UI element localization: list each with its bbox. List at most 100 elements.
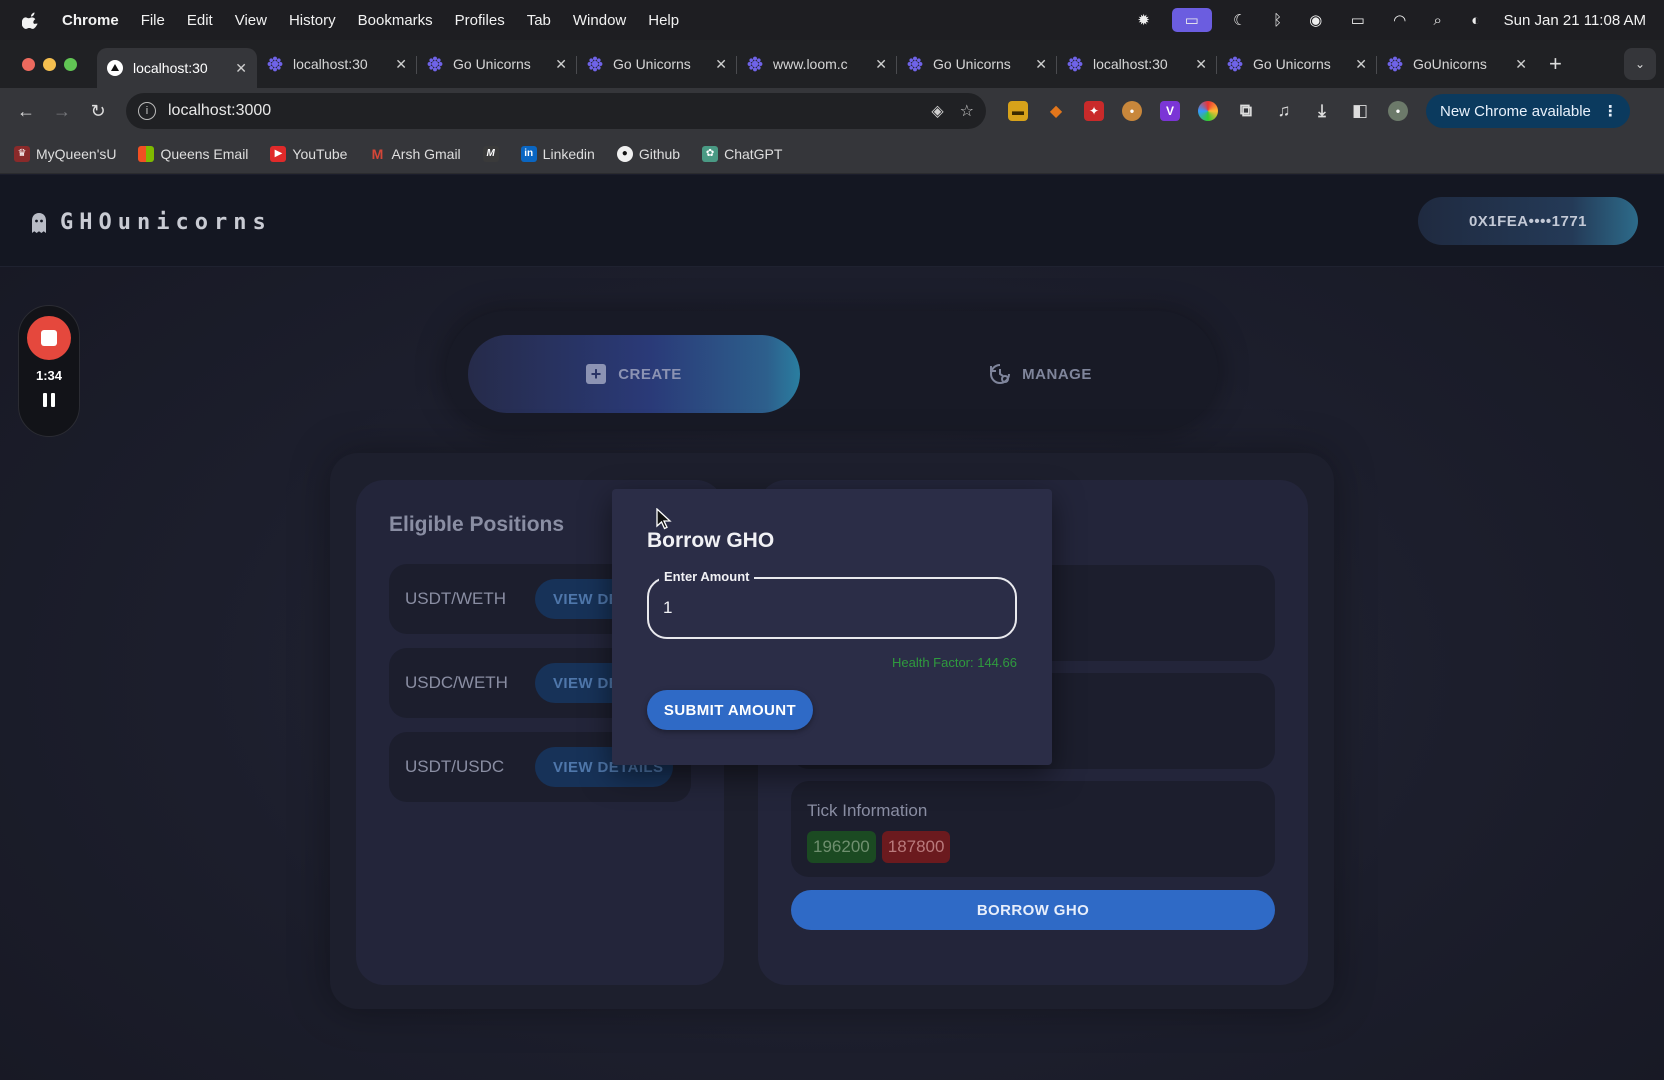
cookie-icon[interactable]: •: [1122, 101, 1142, 121]
tab-title: localhost:30: [1093, 56, 1168, 72]
browser-tab[interactable]: localhost:30 ✕: [1057, 47, 1217, 81]
close-icon[interactable]: ✕: [875, 56, 887, 73]
close-icon[interactable]: ✕: [1515, 56, 1527, 73]
bookmark-item[interactable]: in Linkedin: [520, 145, 595, 162]
lens-icon[interactable]: ◈: [931, 101, 943, 121]
tick-badges: 196200 187800: [807, 831, 951, 863]
amount-field[interactable]: Enter Amount: [647, 569, 1017, 639]
address-url[interactable]: localhost:3000: [168, 102, 915, 120]
apple-logo-icon[interactable]: [22, 11, 40, 29]
mouse-pointer-icon: [656, 508, 672, 530]
profile-avatar-icon[interactable]: •: [1388, 101, 1408, 121]
download-icon[interactable]: ⤓: [1312, 101, 1332, 121]
minimize-window-button[interactable]: [43, 57, 56, 71]
bookmarks-bar: ♛ MyQueen'sU Queens Email ▶ YouTube M Ar…: [0, 134, 1664, 174]
create-mode-tab[interactable]: + CREATE: [468, 335, 800, 413]
moon-icon[interactable]: ☾: [1230, 10, 1250, 30]
close-icon[interactable]: ✕: [1195, 56, 1207, 73]
new-chrome-available-button[interactable]: New Chrome available ⋮: [1426, 94, 1630, 128]
reload-icon[interactable]: ↻: [80, 93, 116, 129]
screen-share-icon[interactable]: ▭: [1171, 8, 1212, 32]
menu-edit[interactable]: Edit: [187, 12, 213, 29]
new-tab-plus-icon[interactable]: +: [1549, 51, 1562, 77]
microsoft-logo-icon: [138, 145, 155, 162]
browser-tab[interactable]: GoUnicorns ✕: [1377, 47, 1537, 81]
close-window-button[interactable]: [22, 57, 35, 71]
battery-icon[interactable]: ▭: [1344, 10, 1372, 30]
bluetooth-icon[interactable]: ᛒ: [1268, 10, 1288, 30]
plus-box-icon: +: [586, 364, 607, 384]
bookmark-item[interactable]: M: [482, 145, 499, 162]
metamask-fox-icon[interactable]: ◆: [1046, 101, 1066, 121]
pause-icon[interactable]: [43, 393, 55, 407]
close-icon[interactable]: ✕: [555, 56, 567, 73]
close-icon[interactable]: ✕: [1035, 56, 1047, 73]
browser-tab[interactable]: localhost:30 ✕: [97, 48, 257, 88]
bookmark-item[interactable]: Queens Email: [138, 145, 248, 162]
amount-input[interactable]: [663, 593, 993, 623]
close-icon[interactable]: ✕: [395, 56, 407, 73]
wifi-icon[interactable]: ◠: [1390, 10, 1410, 30]
kebab-menu-icon[interactable]: ⋮: [1603, 102, 1618, 120]
lower-tick-badge: 187800: [881, 831, 951, 863]
unicorn-flower-icon: [1227, 56, 1243, 72]
manage-mode-tab[interactable]: MANAGE: [940, 335, 1140, 413]
media-controls-icon[interactable]: ♫: [1274, 101, 1294, 121]
menu-bookmarks[interactable]: Bookmarks: [358, 12, 433, 29]
color-picker-icon[interactable]: [1198, 101, 1218, 121]
browser-toolbar: ← → ↻ i localhost:3000 ◈ ☆ ▬ ◆ ✦ • V ⧉ ♫…: [0, 88, 1664, 134]
gmail-icon: M: [371, 145, 384, 162]
close-icon[interactable]: ✕: [1355, 56, 1367, 73]
menu-tab[interactable]: Tab: [527, 12, 551, 29]
red-extension-icon[interactable]: ✦: [1084, 101, 1104, 121]
brightness-icon[interactable]: ✹: [1134, 10, 1154, 30]
close-icon[interactable]: ✕: [235, 60, 247, 77]
forward-arrow-icon[interactable]: →: [44, 93, 80, 129]
address-bar[interactable]: i localhost:3000 ◈ ☆: [126, 93, 986, 129]
macos-menubar: Chrome File Edit View History Bookmarks …: [0, 0, 1664, 40]
queens-crest-icon: ♛: [14, 145, 30, 162]
unicorn-flower-icon: [267, 56, 283, 72]
create-label: CREATE: [618, 365, 682, 383]
menu-app-name[interactable]: Chrome: [62, 12, 119, 29]
bookmark-item[interactable]: ✿ ChatGPT: [702, 145, 782, 162]
menu-view[interactable]: View: [235, 12, 267, 29]
bookmark-item[interactable]: ● Github: [616, 145, 680, 162]
bookmark-item[interactable]: ♛ MyQueen'sU: [14, 145, 116, 162]
bookmark-item[interactable]: M Arsh Gmail: [369, 145, 461, 162]
folder-extension-icon[interactable]: ▬: [1008, 101, 1028, 121]
play-circle-icon[interactable]: ◉: [1306, 10, 1326, 30]
browser-tab[interactable]: Go Unicorns ✕: [897, 47, 1057, 81]
browser-tab[interactable]: Go Unicorns ✕: [577, 47, 737, 81]
menu-profiles[interactable]: Profiles: [455, 12, 505, 29]
browser-tab[interactable]: Go Unicorns ✕: [417, 47, 577, 81]
side-panel-icon[interactable]: ◧: [1350, 101, 1370, 121]
tab-search-chevron-icon[interactable]: ⌄: [1624, 48, 1656, 80]
back-arrow-icon[interactable]: ←: [8, 93, 44, 129]
spotlight-search-icon[interactable]: ⌕: [1428, 10, 1448, 30]
menu-history[interactable]: History: [289, 12, 336, 29]
control-center-icon[interactable]: ◐: [1466, 10, 1486, 30]
stop-recording-button[interactable]: [27, 316, 71, 360]
close-icon[interactable]: ✕: [715, 56, 727, 73]
site-info-icon[interactable]: i: [138, 102, 156, 120]
submit-amount-button[interactable]: SUBMIT AMOUNT: [647, 690, 813, 730]
stop-icon: [41, 330, 57, 346]
bookmark-item[interactable]: ▶ YouTube: [270, 145, 347, 162]
position-pair: USDC/WETH: [405, 673, 508, 692]
v-extension-icon[interactable]: V: [1160, 101, 1180, 121]
borrow-gho-button[interactable]: BORROW GHO: [791, 890, 1275, 930]
menubar-clock[interactable]: Sun Jan 21 11:08 AM: [1504, 12, 1646, 29]
menu-help[interactable]: Help: [648, 12, 679, 29]
menu-window[interactable]: Window: [573, 12, 626, 29]
wallet-address-button[interactable]: 0X1FEA••••1771: [1418, 197, 1638, 245]
puzzle-extensions-icon[interactable]: ⧉: [1236, 101, 1256, 121]
borrow-gho-dialog: Borrow GHO Enter Amount Health Factor: 1…: [612, 489, 1052, 765]
browser-tab[interactable]: www.loom.c ✕: [737, 47, 897, 81]
browser-tab[interactable]: localhost:30 ✕: [257, 47, 417, 81]
maximize-window-button[interactable]: [64, 57, 77, 71]
app-logo[interactable]: GHOunicorns: [30, 210, 272, 235]
browser-tab[interactable]: Go Unicorns ✕: [1217, 47, 1377, 81]
bookmark-star-icon[interactable]: ☆: [960, 101, 974, 121]
menu-file[interactable]: File: [141, 12, 165, 29]
